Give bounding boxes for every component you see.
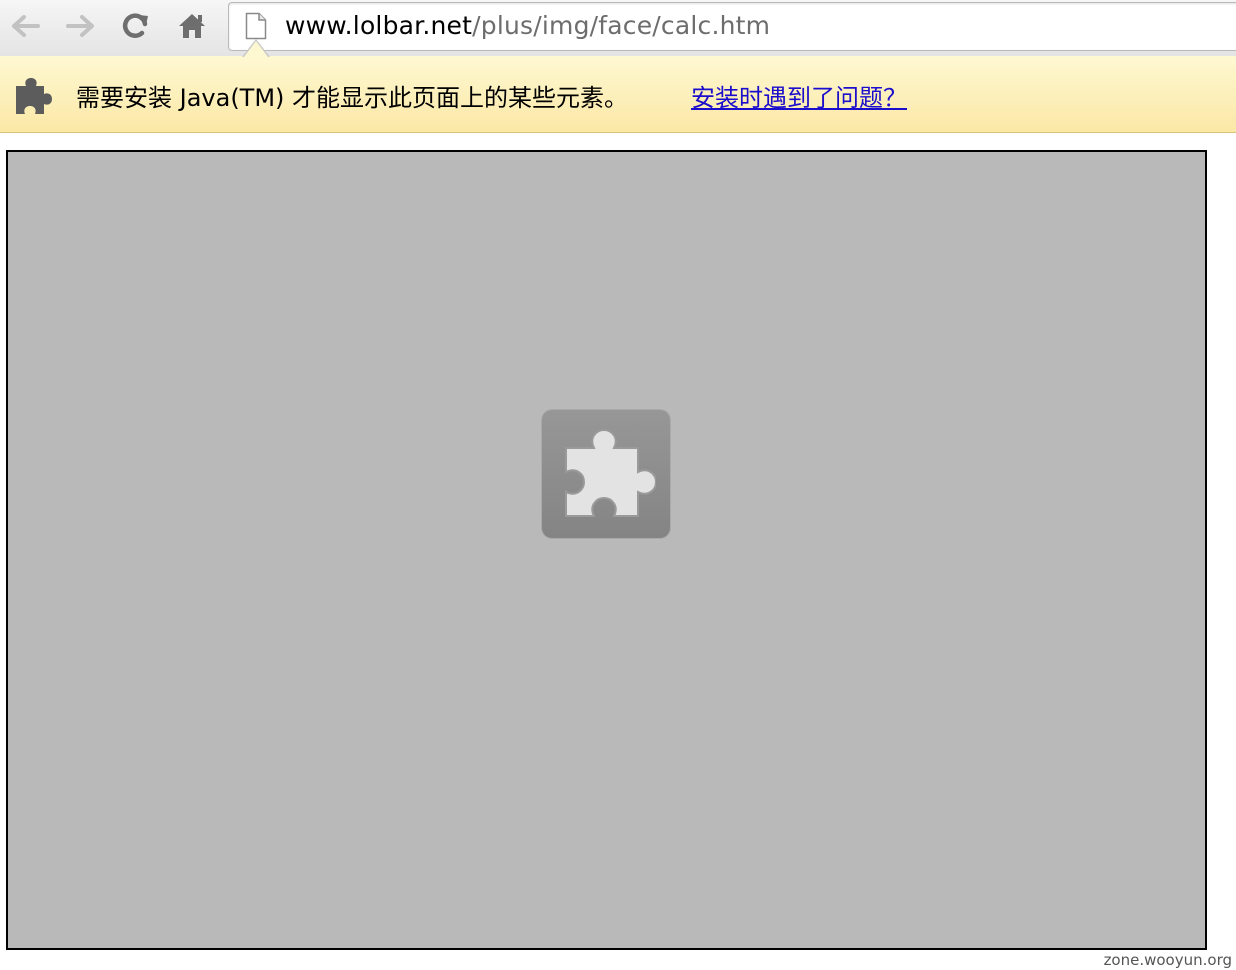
forward-button[interactable] xyxy=(60,6,100,46)
puzzle-plugin-icon xyxy=(16,78,52,114)
page-document-icon xyxy=(245,12,267,40)
java-applet-placeholder[interactable] xyxy=(6,150,1207,950)
reload-icon xyxy=(122,13,148,38)
infobar-message: 需要安装 Java(TM) 才能显示此页面上的某些元素。 xyxy=(76,84,629,112)
install-problem-link[interactable]: 安装时遇到了问题？ xyxy=(691,83,907,113)
home-icon xyxy=(179,14,205,38)
url-host: www.lolbar.net xyxy=(285,11,473,40)
back-arrow-icon xyxy=(12,15,40,37)
forward-arrow-icon xyxy=(66,15,94,37)
address-bar[interactable]: www.lolbar.net/plus/img/face/calc.htm xyxy=(228,2,1236,51)
missing-plugin-tile[interactable] xyxy=(542,410,670,538)
watermark: zone.wooyun.org xyxy=(1103,951,1232,969)
reload-button[interactable] xyxy=(116,6,156,46)
infobar-pointer-fill xyxy=(244,41,268,57)
url-text[interactable]: www.lolbar.net/plus/img/face/calc.htm xyxy=(285,11,770,41)
url-path: /plus/img/face/calc.htm xyxy=(472,11,771,40)
home-button[interactable] xyxy=(172,6,212,46)
plugin-infobar: 需要安装 Java(TM) 才能显示此页面上的某些元素。 安装时遇到了问题？ xyxy=(0,56,1236,133)
browser-toolbar: www.lolbar.net/plus/img/face/calc.htm xyxy=(0,0,1236,57)
missing-plugin-puzzle-icon xyxy=(565,428,656,517)
back-button[interactable] xyxy=(6,6,46,46)
